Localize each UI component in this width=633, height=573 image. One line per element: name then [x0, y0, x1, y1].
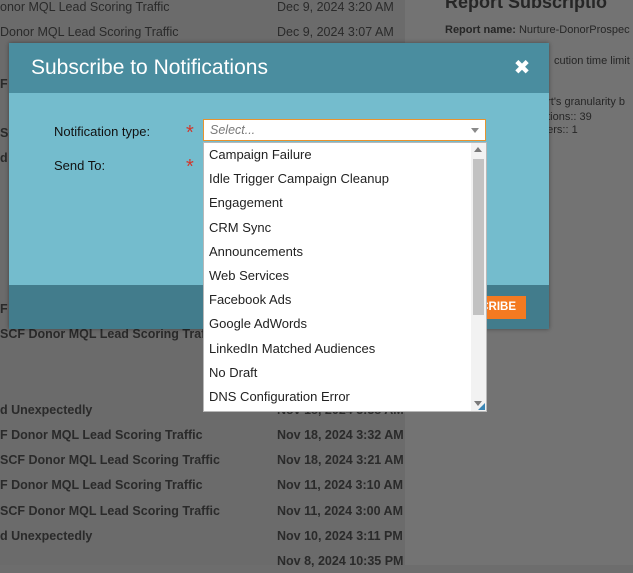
scroll-up-icon[interactable] [474, 147, 482, 152]
row-name: onor MQL Lead Scoring Traffic [0, 0, 170, 14]
table-row: SCF Donor MQL Lead Scoring Traffic Nov 1… [0, 448, 405, 472]
row-name: SCF Donor MQL Lead Scoring Traffic [0, 453, 220, 467]
table-row: Nov 8, 2024 10:35 PM [0, 549, 405, 573]
send-to-label: Send To: [54, 158, 106, 173]
panel-line: ort's granularity b [541, 96, 626, 108]
close-icon[interactable]: ✖ [511, 57, 533, 79]
dropdown-option[interactable]: Engagement [204, 191, 472, 215]
dropdown-option[interactable]: Google AdWords [204, 312, 472, 336]
table-row: F Donor MQL Lead Scoring Traffic Nov 18,… [0, 423, 405, 447]
row-name: d Unexpectedly [0, 529, 93, 543]
row-name: SCF Donor MQL Lead Scoring Traffic [0, 504, 220, 518]
dropdown-option[interactable]: DNS Configuration Error [204, 385, 472, 409]
row-name: F Donor MQL Lead Scoring Traffic [0, 478, 203, 492]
chevron-down-icon [471, 128, 479, 133]
dropdown-option[interactable]: CRM Sync [204, 216, 472, 240]
scroll-thumb[interactable] [473, 159, 484, 315]
dropdown-option[interactable]: Idle Trigger Campaign Cleanup [204, 167, 472, 191]
panel-title: Report Subscriptio [445, 0, 608, 12]
row-date: Nov 11, 2024 3:00 AM [277, 504, 403, 518]
dropdown-option[interactable]: Web Services [204, 264, 472, 288]
modal-header: Subscribe to Notifications ✖ [9, 43, 549, 93]
table-row: onor MQL Lead Scoring Traffic Dec 9, 202… [0, 0, 405, 19]
report-name: Report name: Nurture-DonorProspec [445, 24, 630, 36]
notification-type-dropdown[interactable]: Campaign Failure Idle Trigger Campaign C… [203, 142, 487, 412]
required-marker: * [186, 156, 194, 178]
row-name: Donor MQL Lead Scoring Traffic [0, 25, 179, 39]
dropdown-option[interactable]: No Draft [204, 361, 472, 385]
table-row: Donor MQL Lead Scoring Traffic Dec 9, 20… [0, 20, 405, 44]
dropdown-options: Campaign Failure Idle Trigger Campaign C… [204, 143, 472, 409]
row-name: d Unexpectedly [0, 403, 93, 417]
notification-type-select[interactable]: Select... [203, 119, 486, 141]
notification-type-label: Notification type: [54, 124, 151, 139]
row-name: F Donor MQL Lead Scoring Traffic [0, 428, 203, 442]
panel-line: cution time limit w [554, 55, 633, 67]
row-date: Nov 18, 2024 3:32 AM [277, 428, 404, 442]
dropdown-option[interactable]: LinkedIn Matched Audiences [204, 337, 472, 361]
row-date: Nov 18, 2024 3:21 AM [277, 453, 404, 467]
dropdown-option[interactable]: Campaign Failure [204, 143, 472, 167]
table-row: F Donor MQL Lead Scoring Traffic Nov 11,… [0, 473, 405, 497]
row-date: Dec 9, 2024 3:07 AM [277, 25, 394, 39]
select-placeholder: Select... [210, 123, 256, 137]
dropdown-option[interactable]: Announcements [204, 240, 472, 264]
row-date: Nov 10, 2024 3:11 PM [277, 529, 403, 543]
table-row: SCF Donor MQL Lead Scoring Traffic Nov 1… [0, 499, 405, 523]
row-date: Nov 11, 2024 3:10 AM [277, 478, 403, 492]
resize-grip-icon[interactable] [478, 403, 485, 410]
required-marker: * [186, 122, 194, 144]
row-date: Dec 9, 2024 3:20 AM [277, 0, 394, 14]
table-row: d Unexpectedly Nov 10, 2024 3:11 PM [0, 524, 405, 548]
modal-title: Subscribe to Notifications [31, 56, 268, 79]
dropdown-option[interactable]: Facebook Ads [204, 288, 472, 312]
dropdown-scrollbar[interactable] [471, 143, 486, 411]
row-date: Nov 8, 2024 10:35 PM [277, 554, 404, 568]
